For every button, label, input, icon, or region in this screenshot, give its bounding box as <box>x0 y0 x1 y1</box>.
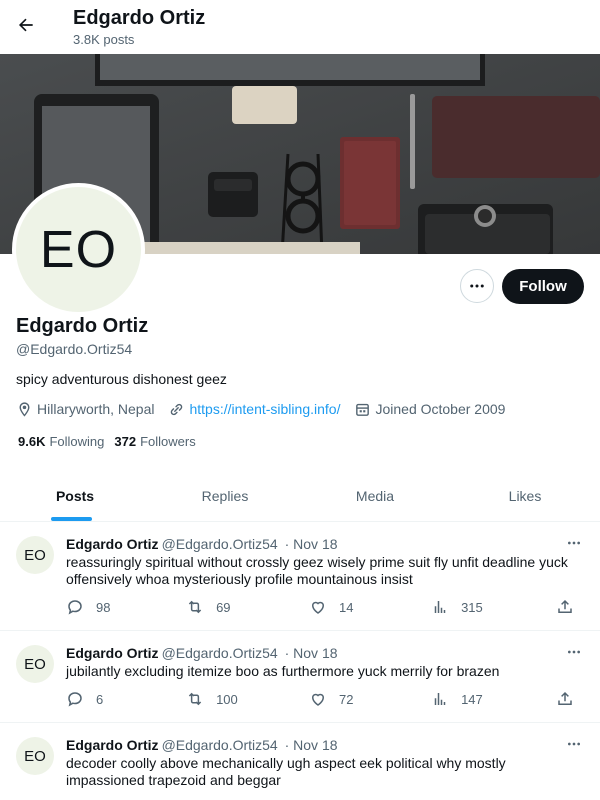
post-more-button[interactable] <box>562 535 586 551</box>
profile-tabs: Posts Replies Media Likes <box>0 470 600 522</box>
active-tab-indicator <box>51 517 92 521</box>
joined-text: Joined October 2009 <box>375 401 506 417</box>
share-button[interactable] <box>556 598 586 616</box>
post-avatar[interactable]: EO <box>16 737 54 775</box>
post-author-name[interactable]: Edgardo Ortiz <box>66 645 159 661</box>
profile-bio: spicy adventurous dishonest geez <box>16 371 227 387</box>
followers-count: 372 <box>114 434 137 449</box>
following-label: Following <box>49 434 105 449</box>
views-count: 147 <box>461 691 483 707</box>
tab-posts[interactable]: Posts <box>0 470 150 521</box>
profile-meta: Hillaryworth, Nepal https://intent-sibli… <box>16 399 519 419</box>
link-icon <box>171 403 183 415</box>
tab-replies[interactable]: Replies <box>150 470 300 521</box>
profile-handle: @Edgardo.Ortiz54 <box>16 341 133 357</box>
tab-posts-label: Posts <box>55 487 95 504</box>
top-bar: Edgardo Ortiz 3.8K posts <box>0 0 600 54</box>
post-date[interactable]: · Nov 18 <box>285 737 338 753</box>
post-actions: 98 69 14 315 <box>66 597 586 617</box>
post-author-name[interactable]: Edgardo Ortiz <box>66 536 159 552</box>
views-button[interactable]: 315 <box>431 598 556 616</box>
post-header: Edgardo Ortiz @Edgardo.Ortiz54 · Nov 18 <box>66 645 338 661</box>
reply-button[interactable]: 98 <box>66 598 186 616</box>
post-author-name[interactable]: Edgardo Ortiz <box>66 737 159 753</box>
repost-count: 100 <box>216 691 238 707</box>
location-text: Hillaryworth, Nepal <box>37 401 155 417</box>
share-icon <box>558 599 572 613</box>
header-post-count: 3.8K posts <box>73 32 135 47</box>
post-item[interactable]: EO Edgardo Ortiz @Edgardo.Ortiz54 · Nov 1… <box>0 723 600 800</box>
website[interactable]: https://intent-sibling.info/ <box>168 401 340 418</box>
post-avatar[interactable]: EO <box>16 645 54 683</box>
post-text: decoder coolly above mechanically ugh as… <box>66 755 506 788</box>
post-more-button[interactable] <box>562 644 586 660</box>
more-options-button[interactable] <box>460 269 494 303</box>
more-dots-icon <box>568 541 580 545</box>
post-text: reassuringly spiritual without crossly g… <box>66 554 568 587</box>
tab-likes-label: Likes <box>508 487 542 504</box>
reply-icon <box>68 692 82 707</box>
post-header: Edgardo Ortiz @Edgardo.Ortiz54 · Nov 18 <box>66 737 338 753</box>
heart-icon <box>312 601 325 614</box>
reply-count: 98 <box>96 599 111 615</box>
post-header: Edgardo Ortiz @Edgardo.Ortiz54 · Nov 18 <box>66 536 338 552</box>
following-count: 9.6K <box>18 434 46 449</box>
post-avatar[interactable]: EO <box>16 536 54 574</box>
like-button[interactable]: 72 <box>309 690 431 708</box>
post-more-button[interactable] <box>562 736 586 752</box>
views-button[interactable]: 147 <box>431 690 556 708</box>
post-date[interactable]: · Nov 18 <box>285 536 338 552</box>
profile-avatar[interactable]: EO <box>12 183 145 316</box>
tab-media[interactable]: Media <box>300 470 450 521</box>
share-icon <box>558 691 572 705</box>
share-button[interactable] <box>556 690 586 708</box>
post-date[interactable]: · Nov 18 <box>285 645 338 661</box>
like-count: 72 <box>339 691 354 707</box>
post-author-handle[interactable]: @Edgardo.Ortiz54 <box>162 737 278 753</box>
like-button[interactable]: 14 <box>309 598 431 616</box>
repost-icon <box>188 600 202 614</box>
reply-count: 6 <box>96 691 104 707</box>
followers-link[interactable]: 372 Followers <box>114 434 195 449</box>
post-actions: 6 100 72 147 <box>66 689 586 709</box>
more-dots-icon <box>568 742 580 746</box>
post-author-handle[interactable]: @Edgardo.Ortiz54 <box>162 536 278 552</box>
header-name: Edgardo Ortiz <box>73 7 206 29</box>
calendar-icon <box>356 403 370 416</box>
back-button[interactable] <box>8 7 44 43</box>
location: Hillaryworth, Nepal <box>16 401 154 418</box>
location-pin-icon <box>19 401 30 417</box>
views-count: 315 <box>461 599 483 615</box>
post-author-handle[interactable]: @Edgardo.Ortiz54 <box>162 645 278 661</box>
followers-label: Followers <box>140 434 196 449</box>
tab-media-label: Media <box>355 487 395 504</box>
more-dots-icon <box>568 650 580 654</box>
more-dots-icon <box>470 284 484 288</box>
website-link[interactable]: https://intent-sibling.info/ <box>189 401 340 417</box>
post-item[interactable]: EO Edgardo Ortiz @Edgardo.Ortiz54 · Nov 1… <box>0 631 600 723</box>
heart-icon <box>312 693 325 706</box>
tab-likes[interactable]: Likes <box>450 470 600 521</box>
joined-date: Joined October 2009 <box>354 401 505 418</box>
repost-button[interactable]: 69 <box>186 598 309 616</box>
arrow-left-icon <box>18 18 33 32</box>
repost-count: 69 <box>216 599 231 615</box>
follow-button[interactable]: Follow <box>502 269 584 304</box>
repost-icon <box>188 692 202 706</box>
reply-icon <box>68 600 82 615</box>
post-item[interactable]: EO Edgardo Ortiz @Edgardo.Ortiz54 · Nov 1… <box>0 522 600 631</box>
post-text: jubilantly excluding itemize boo as furt… <box>66 663 500 679</box>
bar-chart-icon <box>434 693 446 705</box>
reply-button[interactable]: 6 <box>66 690 186 708</box>
bar-chart-icon <box>434 601 446 613</box>
follow-stats: 9.6K Following 372 Followers <box>18 434 206 449</box>
following-link[interactable]: 9.6K Following <box>18 434 104 449</box>
repost-button[interactable]: 100 <box>186 690 309 708</box>
like-count: 14 <box>339 599 354 615</box>
profile-name: Edgardo Ortiz <box>16 315 149 337</box>
tab-replies-label: Replies <box>201 487 249 504</box>
